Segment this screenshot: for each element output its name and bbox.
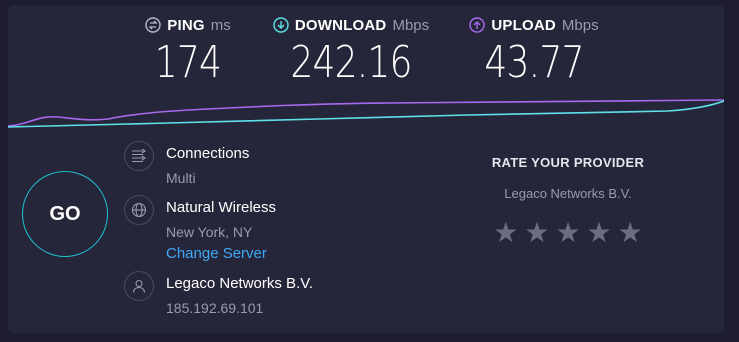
ping-unit: ms	[210, 16, 231, 34]
change-server-link[interactable]: Change Server	[166, 245, 276, 263]
connections-title: Connections	[166, 145, 250, 162]
rate-provider-section: RATE YOUR PROVIDER Legaco Networks B.V. …	[448, 155, 688, 247]
upload-unit: Mbps	[561, 16, 599, 34]
server-row: Natural Wireless New York, NY Change Ser…	[124, 195, 277, 263]
upload-line	[8, 99, 724, 127]
ping-metric: PING ms 174	[138, 15, 238, 89]
download-value: 242.16	[290, 37, 412, 88]
upload-arrow-icon	[469, 17, 486, 33]
star-icon[interactable]: ★	[524, 219, 549, 247]
isp-ip: 185.192.69.101	[166, 300, 264, 316]
rate-provider-name: Legaco Networks B.V.	[504, 186, 632, 201]
star-icon[interactable]: ★	[618, 219, 643, 247]
connections-icon	[124, 141, 154, 171]
download-unit: Mbps	[392, 16, 430, 34]
ping-value: 174	[154, 37, 222, 88]
globe-icon	[124, 195, 154, 225]
server-name: Natural Wireless	[166, 199, 277, 216]
ping-label: PING	[167, 16, 205, 34]
ping-icon	[145, 17, 161, 33]
isp-row: Legaco Networks B.V. 185.192.69.101	[124, 271, 314, 317]
download-label: DOWNLOAD	[294, 16, 387, 34]
upload-label: UPLOAD	[491, 16, 556, 34]
download-arrow-icon	[273, 17, 289, 33]
connections-value[interactable]: Multi	[166, 169, 249, 187]
star-rating: ★ ★ ★ ★ ★	[448, 219, 688, 247]
star-icon[interactable]: ★	[493, 219, 518, 247]
star-icon[interactable]: ★	[555, 219, 580, 247]
rate-title: RATE YOUR PROVIDER	[491, 155, 645, 170]
isp-name: Legaco Networks B.V.	[166, 275, 314, 292]
upload-metric: UPLOAD Mbps 43.77	[464, 15, 604, 89]
results-panel: PING ms 174 DOWNLOAD Mbps 242.16 UPLOAD …	[8, 5, 724, 333]
upload-value: 43.77	[484, 37, 584, 88]
user-icon	[124, 271, 154, 301]
connections-row: Connections Multi	[124, 141, 250, 187]
download-metric: DOWNLOAD Mbps 242.16	[266, 15, 436, 89]
server-location: New York, NY	[166, 224, 253, 240]
go-button[interactable]: GO	[22, 171, 108, 257]
star-icon[interactable]: ★	[587, 219, 612, 247]
download-line	[8, 100, 724, 128]
speed-graph	[8, 99, 724, 128]
